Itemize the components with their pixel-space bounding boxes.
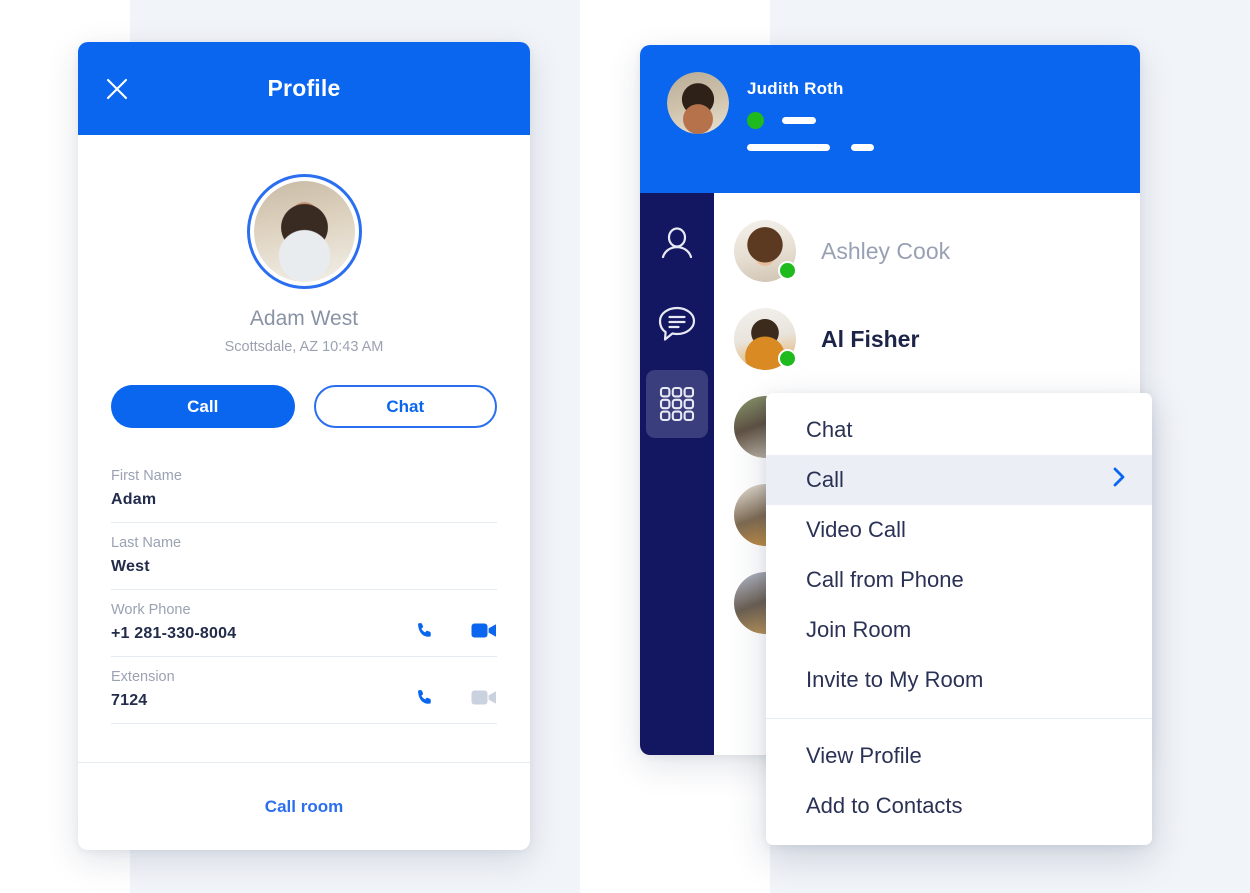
avatar bbox=[734, 308, 797, 370]
menu-item-label: Call from Phone bbox=[806, 567, 964, 592]
menu-item-label: View Profile bbox=[806, 743, 922, 768]
profile-body: Adam West Scottsdale, AZ 10:43 AM Call C… bbox=[78, 174, 530, 724]
menu-item-label: Chat bbox=[806, 417, 853, 442]
avatar bbox=[246, 174, 362, 289]
user-status-row bbox=[747, 112, 874, 129]
sidebar-item-contacts[interactable] bbox=[640, 207, 714, 281]
menu-item-label: Add to Contacts bbox=[806, 793, 963, 818]
nav-rail bbox=[640, 193, 714, 755]
menu-item-label: Invite to My Room bbox=[806, 667, 984, 692]
field-value: 7124 bbox=[111, 692, 148, 709]
person-icon bbox=[661, 227, 693, 259]
app-screenshot: Profile Adam West Scottsdale, AZ 10:43 A… bbox=[0, 0, 1250, 893]
menu-item-add-to-contacts[interactable]: Add to Contacts bbox=[766, 781, 1152, 831]
call-button[interactable]: Call bbox=[111, 385, 295, 428]
call-room-button[interactable]: Call room bbox=[265, 797, 343, 817]
list-item[interactable]: Ashley Cook bbox=[714, 207, 1140, 295]
adam-west-avatar-image bbox=[253, 181, 355, 282]
field-label: First Name bbox=[111, 468, 182, 484]
field-label: Extension bbox=[111, 669, 175, 685]
profile-fields: First Name Adam Last Name West Work Phon… bbox=[111, 456, 497, 724]
menu-item-label: Join Room bbox=[806, 617, 912, 642]
sidebar-item-dialpad[interactable] bbox=[640, 367, 714, 441]
list-item-label: Ashley Cook bbox=[821, 237, 951, 264]
dialpad-icon bbox=[659, 386, 695, 422]
page-title: Profile bbox=[267, 75, 341, 101]
field-first-name: First Name Adam bbox=[111, 456, 497, 523]
phone-icon[interactable] bbox=[412, 686, 438, 708]
field-work-phone: Work Phone +1 281-330-8004 bbox=[111, 590, 497, 657]
field-value: +1 281-330-8004 bbox=[111, 625, 237, 642]
judith-roth-avatar-image bbox=[667, 72, 729, 134]
user-subtitle-row bbox=[747, 144, 874, 151]
subtitle-placeholder-2 bbox=[851, 144, 874, 151]
status-badge bbox=[778, 349, 797, 368]
context-menu: Chat Call Video Call Call from Phone Joi… bbox=[766, 393, 1152, 845]
profile-footer: Call room bbox=[78, 762, 530, 850]
avatar[interactable] bbox=[667, 72, 729, 134]
chat-icon bbox=[658, 306, 696, 341]
menu-item-chat[interactable]: Chat bbox=[766, 405, 1152, 455]
profile-location: Scottsdale, AZ 10:43 AM bbox=[224, 339, 384, 355]
field-last-name: Last Name West bbox=[111, 523, 497, 590]
video-icon-disabled bbox=[471, 686, 497, 708]
menu-item-call[interactable]: Call bbox=[766, 455, 1152, 505]
chevron-right-icon bbox=[1112, 466, 1126, 494]
menu-item-view-profile[interactable]: View Profile bbox=[766, 731, 1152, 781]
list-item[interactable]: Al Fisher bbox=[714, 295, 1140, 383]
status-badge bbox=[778, 261, 797, 280]
profile-card: Profile Adam West Scottsdale, AZ 10:43 A… bbox=[78, 42, 530, 850]
status-text-placeholder bbox=[782, 117, 816, 124]
menu-divider bbox=[766, 718, 1152, 719]
menu-item-video-call[interactable]: Video Call bbox=[766, 505, 1152, 555]
menu-item-join-room[interactable]: Join Room bbox=[766, 605, 1152, 655]
list-item-label: Al Fisher bbox=[821, 325, 920, 352]
field-label: Last Name bbox=[111, 535, 182, 551]
menu-item-invite-to-my-room[interactable]: Invite to My Room bbox=[766, 655, 1152, 705]
subtitle-placeholder-1 bbox=[747, 144, 830, 151]
profile-header: Profile bbox=[78, 42, 530, 135]
avatar bbox=[734, 220, 797, 282]
user-name: Judith Roth bbox=[747, 79, 844, 98]
messenger-header: Judith Roth bbox=[640, 45, 1140, 193]
phone-icon[interactable] bbox=[412, 619, 438, 641]
field-value: West bbox=[111, 558, 150, 575]
close-icon[interactable] bbox=[100, 72, 134, 106]
field-value: Adam bbox=[111, 491, 157, 508]
menu-item-label: Call bbox=[806, 467, 844, 492]
chat-button[interactable]: Chat bbox=[313, 385, 497, 428]
field-label: Work Phone bbox=[111, 602, 191, 618]
menu-item-call-from-phone[interactable]: Call from Phone bbox=[766, 555, 1152, 605]
status-badge bbox=[747, 112, 764, 129]
video-icon[interactable] bbox=[471, 619, 497, 641]
profile-actions: Call Chat bbox=[111, 385, 497, 428]
user-meta: Judith Roth bbox=[747, 72, 874, 151]
profile-name: Adam West bbox=[249, 307, 359, 330]
menu-item-label: Video Call bbox=[806, 517, 906, 542]
field-extension: Extension 7124 bbox=[111, 657, 497, 724]
sidebar-item-chat[interactable] bbox=[640, 287, 714, 361]
